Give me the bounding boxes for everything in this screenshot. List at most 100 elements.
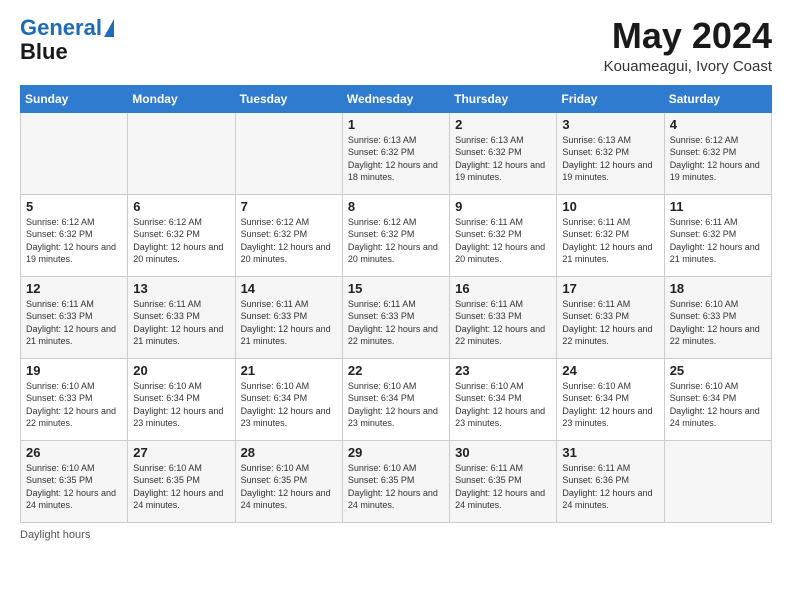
day-detail: Sunrise: 6:10 AM Sunset: 6:34 PM Dayligh… xyxy=(348,380,444,430)
day-number: 4 xyxy=(670,117,766,132)
footer: Daylight hours xyxy=(20,529,772,541)
day-number: 14 xyxy=(241,281,337,296)
day-detail: Sunrise: 6:10 AM Sunset: 6:33 PM Dayligh… xyxy=(26,380,122,430)
day-number: 11 xyxy=(670,199,766,214)
day-detail: Sunrise: 6:10 AM Sunset: 6:34 PM Dayligh… xyxy=(133,380,229,430)
day-number: 28 xyxy=(241,445,337,460)
weekday-wednesday: Wednesday xyxy=(342,85,449,112)
calendar-cell: 9 Sunrise: 6:11 AM Sunset: 6:32 PM Daylig… xyxy=(450,194,557,276)
day-number: 9 xyxy=(455,199,551,214)
logo: General Blue xyxy=(20,16,114,64)
day-number: 19 xyxy=(26,363,122,378)
header-right: May 2024 Kouameagui, Ivory Coast xyxy=(604,16,772,75)
calendar-cell: 20 Sunrise: 6:10 AM Sunset: 6:34 PM Dayli… xyxy=(128,358,235,440)
calendar-header: SundayMondayTuesdayWednesdayThursdayFrid… xyxy=(21,85,772,112)
calendar-cell: 29Sunrise: 6:10 AM Sunset: 6:35 PM Dayli… xyxy=(342,440,449,522)
day-detail: Sunrise: 6:13 AM Sunset: 6:32 PM Dayligh… xyxy=(455,134,551,184)
day-detail: Sunrise: 6:12 AM Sunset: 6:32 PM Dayligh… xyxy=(348,216,444,266)
day-detail: Sunrise: 6:11 AM Sunset: 6:35 PM Dayligh… xyxy=(455,462,551,512)
calendar-cell: 19 Sunrise: 6:10 AM Sunset: 6:33 PM Dayli… xyxy=(21,358,128,440)
day-number: 26 xyxy=(26,445,122,460)
daylight-label: Daylight hours xyxy=(20,529,90,541)
weekday-sunday: Sunday xyxy=(21,85,128,112)
day-number: 6 xyxy=(133,199,229,214)
day-detail: Sunrise: 6:10 AM Sunset: 6:34 PM Dayligh… xyxy=(241,380,337,430)
day-number: 7 xyxy=(241,199,337,214)
day-number: 15 xyxy=(348,281,444,296)
calendar-cell: 27Sunrise: 6:10 AM Sunset: 6:35 PM Dayli… xyxy=(128,440,235,522)
calendar-cell: 30 Sunrise: 6:11 AM Sunset: 6:35 PM Dayli… xyxy=(450,440,557,522)
day-detail: Sunrise: 6:12 AM Sunset: 6:32 PM Dayligh… xyxy=(670,134,766,184)
calendar-cell: 17 Sunrise: 6:11 AM Sunset: 6:33 PM Dayli… xyxy=(557,276,664,358)
calendar-cell: 7 Sunrise: 6:12 AM Sunset: 6:32 PM Daylig… xyxy=(235,194,342,276)
day-detail: Sunrise: 6:10 AM Sunset: 6:35 PM Dayligh… xyxy=(241,462,337,512)
day-detail: Sunrise: 6:11 AM Sunset: 6:33 PM Dayligh… xyxy=(26,298,122,348)
day-number: 13 xyxy=(133,281,229,296)
location: Kouameagui, Ivory Coast xyxy=(604,58,772,75)
day-number: 8 xyxy=(348,199,444,214)
calendar-cell xyxy=(235,112,342,194)
day-number: 17 xyxy=(562,281,658,296)
calendar-week-3: 12 Sunrise: 6:11 AM Sunset: 6:33 PM Dayli… xyxy=(21,276,772,358)
day-number: 23 xyxy=(455,363,551,378)
calendar-week-1: 1 Sunrise: 6:13 AM Sunset: 6:32 PM Daylig… xyxy=(21,112,772,194)
calendar-cell: 13Sunrise: 6:11 AM Sunset: 6:33 PM Dayli… xyxy=(128,276,235,358)
calendar-cell: 25 Sunrise: 6:10 AM Sunset: 6:34 PM Dayli… xyxy=(664,358,771,440)
day-number: 21 xyxy=(241,363,337,378)
calendar-cell: 8 Sunrise: 6:12 AM Sunset: 6:32 PM Daylig… xyxy=(342,194,449,276)
calendar-cell: 14 Sunrise: 6:11 AM Sunset: 6:33 PM Dayli… xyxy=(235,276,342,358)
calendar-body: 1 Sunrise: 6:13 AM Sunset: 6:32 PM Daylig… xyxy=(21,112,772,522)
logo-triangle-icon xyxy=(104,19,114,37)
calendar-cell: 12 Sunrise: 6:11 AM Sunset: 6:33 PM Dayli… xyxy=(21,276,128,358)
calendar-cell: 4 Sunrise: 6:12 AM Sunset: 6:32 PM Daylig… xyxy=(664,112,771,194)
day-detail: Sunrise: 6:12 AM Sunset: 6:32 PM Dayligh… xyxy=(26,216,122,266)
day-number: 18 xyxy=(670,281,766,296)
weekday-saturday: Saturday xyxy=(664,85,771,112)
day-detail: Sunrise: 6:12 AM Sunset: 6:32 PM Dayligh… xyxy=(241,216,337,266)
day-number: 30 xyxy=(455,445,551,460)
day-number: 2 xyxy=(455,117,551,132)
day-number: 3 xyxy=(562,117,658,132)
day-number: 29 xyxy=(348,445,444,460)
day-number: 24 xyxy=(562,363,658,378)
calendar-cell: 2 Sunrise: 6:13 AM Sunset: 6:32 PM Daylig… xyxy=(450,112,557,194)
day-number: 31 xyxy=(562,445,658,460)
calendar-table: SundayMondayTuesdayWednesdayThursdayFrid… xyxy=(20,85,772,523)
day-detail: Sunrise: 6:10 AM Sunset: 6:34 PM Dayligh… xyxy=(455,380,551,430)
day-detail: Sunrise: 6:10 AM Sunset: 6:34 PM Dayligh… xyxy=(670,380,766,430)
day-number: 5 xyxy=(26,199,122,214)
day-number: 25 xyxy=(670,363,766,378)
day-number: 20 xyxy=(133,363,229,378)
calendar-week-4: 19 Sunrise: 6:10 AM Sunset: 6:33 PM Dayli… xyxy=(21,358,772,440)
day-number: 12 xyxy=(26,281,122,296)
day-detail: Sunrise: 6:10 AM Sunset: 6:35 PM Dayligh… xyxy=(26,462,122,512)
calendar-cell: 22Sunrise: 6:10 AM Sunset: 6:34 PM Dayli… xyxy=(342,358,449,440)
weekday-thursday: Thursday xyxy=(450,85,557,112)
calendar-cell: 16 Sunrise: 6:11 AM Sunset: 6:33 PM Dayli… xyxy=(450,276,557,358)
logo-general: General xyxy=(20,15,102,40)
calendar-cell: 5 Sunrise: 6:12 AM Sunset: 6:32 PM Daylig… xyxy=(21,194,128,276)
calendar-cell: 10 Sunrise: 6:11 AM Sunset: 6:32 PM Dayli… xyxy=(557,194,664,276)
weekday-friday: Friday xyxy=(557,85,664,112)
day-detail: Sunrise: 6:11 AM Sunset: 6:33 PM Dayligh… xyxy=(562,298,658,348)
day-detail: Sunrise: 6:11 AM Sunset: 6:32 PM Dayligh… xyxy=(455,216,551,266)
calendar-cell: 18Sunrise: 6:10 AM Sunset: 6:33 PM Dayli… xyxy=(664,276,771,358)
calendar-week-2: 5 Sunrise: 6:12 AM Sunset: 6:32 PM Daylig… xyxy=(21,194,772,276)
logo-blue: Blue xyxy=(20,40,68,64)
page: General Blue May 2024 Kouameagui, Ivory … xyxy=(0,0,792,612)
calendar-cell: 15 Sunrise: 6:11 AM Sunset: 6:33 PM Dayli… xyxy=(342,276,449,358)
day-number: 10 xyxy=(562,199,658,214)
calendar-cell: 21 Sunrise: 6:10 AM Sunset: 6:34 PM Dayli… xyxy=(235,358,342,440)
day-number: 1 xyxy=(348,117,444,132)
day-detail: Sunrise: 6:11 AM Sunset: 6:33 PM Dayligh… xyxy=(455,298,551,348)
weekday-monday: Monday xyxy=(128,85,235,112)
day-detail: Sunrise: 6:11 AM Sunset: 6:32 PM Dayligh… xyxy=(562,216,658,266)
calendar-cell: 31Sunrise: 6:11 AM Sunset: 6:36 PM Dayli… xyxy=(557,440,664,522)
calendar-cell: 26 Sunrise: 6:10 AM Sunset: 6:35 PM Dayli… xyxy=(21,440,128,522)
day-detail: Sunrise: 6:10 AM Sunset: 6:34 PM Dayligh… xyxy=(562,380,658,430)
day-detail: Sunrise: 6:11 AM Sunset: 6:33 PM Dayligh… xyxy=(241,298,337,348)
calendar-cell: 28 Sunrise: 6:10 AM Sunset: 6:35 PM Dayli… xyxy=(235,440,342,522)
day-number: 16 xyxy=(455,281,551,296)
day-detail: Sunrise: 6:11 AM Sunset: 6:33 PM Dayligh… xyxy=(348,298,444,348)
calendar-cell: 11Sunrise: 6:11 AM Sunset: 6:32 PM Dayli… xyxy=(664,194,771,276)
